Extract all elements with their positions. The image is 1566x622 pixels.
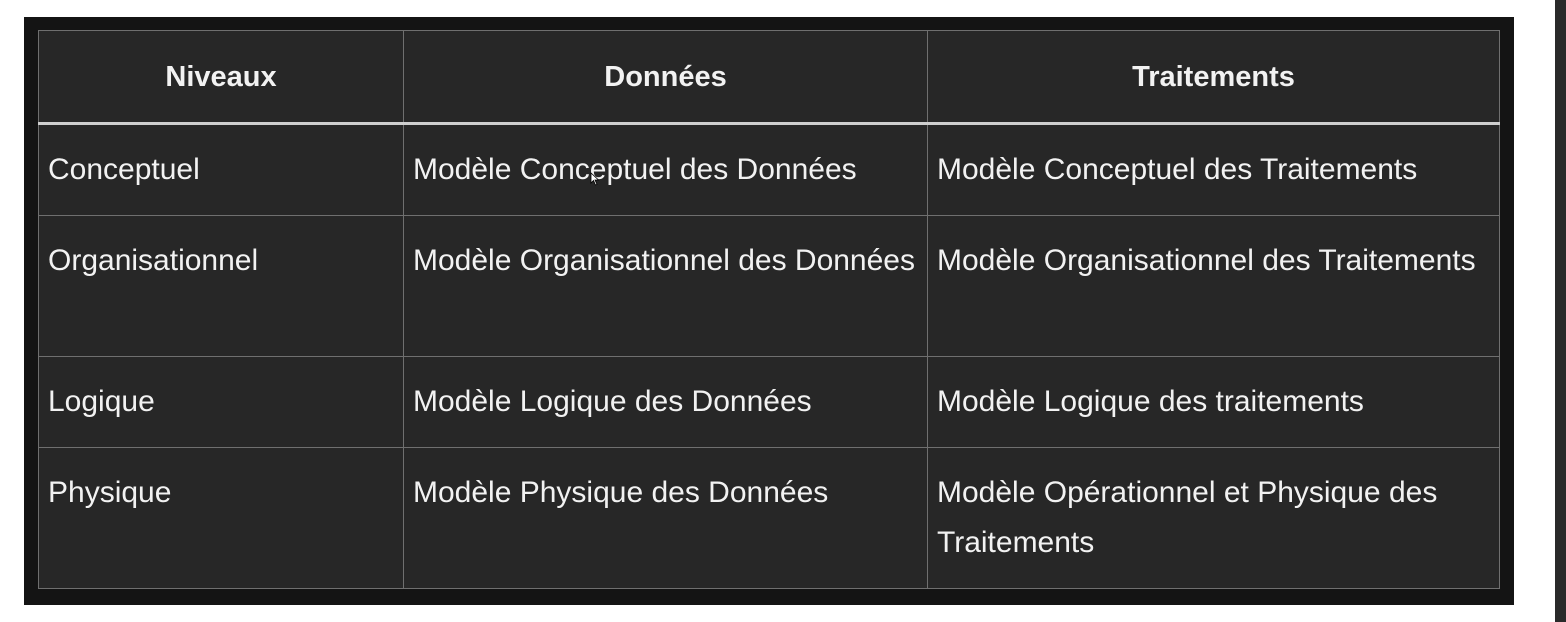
models-table: Niveaux Données Traitements Conceptuel M… bbox=[38, 30, 1500, 589]
cell-niveau: Physique bbox=[38, 447, 404, 589]
window-edge bbox=[1555, 0, 1566, 622]
cell-donnees: Modèle Organisationnel des Données bbox=[403, 215, 928, 357]
cell-niveau: Organisationnel bbox=[38, 215, 404, 357]
table-row-logique: Logique Modèle Logique des Données Modèl… bbox=[38, 356, 1500, 448]
cell-traitements: Modèle Conceptuel des Traitements bbox=[927, 123, 1500, 216]
cell-donnees: Modèle Conceptuel des Données bbox=[403, 123, 928, 216]
table-header-row: Niveaux Données Traitements bbox=[38, 30, 1500, 125]
cell-traitements: Modèle Organisationnel des Traitements bbox=[927, 215, 1500, 357]
header-donnees: Données bbox=[403, 30, 928, 125]
cell-traitements: Modèle Opérationnel et Physique des Trai… bbox=[927, 447, 1500, 589]
cell-niveau: Conceptuel bbox=[38, 123, 404, 216]
table-row-physique: Physique Modèle Physique des Données Mod… bbox=[38, 447, 1500, 589]
cell-donnees: Modèle Logique des Données bbox=[403, 356, 928, 448]
table-row-conceptuel: Conceptuel Modèle Conceptuel des Données… bbox=[38, 123, 1500, 216]
header-traitements: Traitements bbox=[927, 30, 1500, 125]
screen-frame: Niveaux Données Traitements Conceptuel M… bbox=[24, 17, 1514, 605]
table-row-organisationnel: Organisationnel Modèle Organisationnel d… bbox=[38, 215, 1500, 357]
cell-traitements: Modèle Logique des traitements bbox=[927, 356, 1500, 448]
header-niveaux: Niveaux bbox=[38, 30, 404, 125]
cell-donnees: Modèle Physique des Données bbox=[403, 447, 928, 589]
cell-niveau: Logique bbox=[38, 356, 404, 448]
mouse-pointer-icon bbox=[590, 172, 600, 186]
